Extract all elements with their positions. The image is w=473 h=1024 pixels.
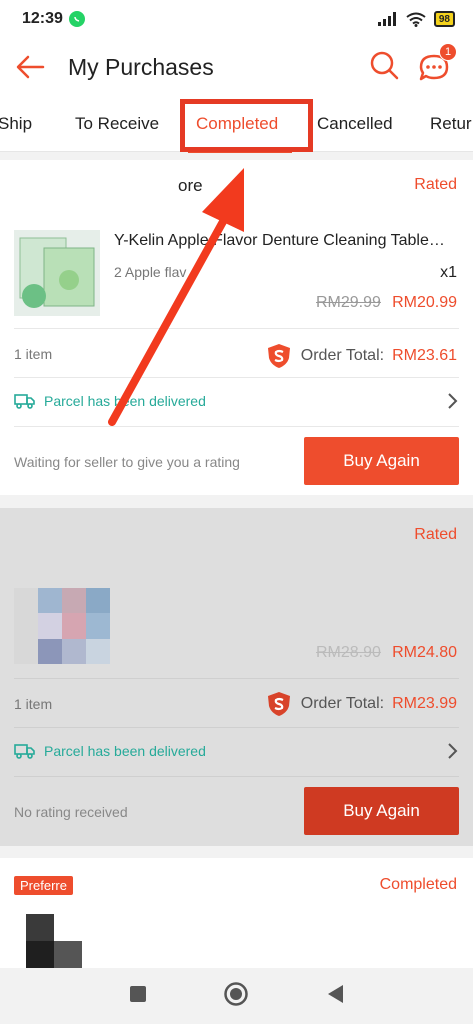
order-card[interactable]: Preferre Completed (0, 858, 473, 968)
delivery-status-row[interactable]: Parcel has been delivered (14, 392, 459, 410)
preferred-seller-badge: Preferre (14, 876, 73, 895)
product-thumbnail[interactable] (14, 230, 100, 316)
divider (14, 426, 459, 427)
divider (14, 776, 459, 777)
shield-icon (267, 344, 290, 368)
order-status: Rated (414, 526, 457, 543)
rating-note: No rating received (14, 804, 128, 820)
annotation-highlight-box (180, 99, 313, 152)
battery-indicator: 98 (433, 11, 455, 27)
divider (14, 727, 459, 728)
divider (14, 377, 459, 378)
tab-return[interactable]: Retur (430, 96, 472, 151)
buy-again-button[interactable]: Buy Again (304, 437, 459, 485)
product-name[interactable]: Y-Kelin Apple Flavor Denture Cleaning Ta… (114, 232, 460, 250)
status-bar: 12:39 98 (0, 0, 473, 38)
chevron-right-icon (448, 393, 458, 409)
truck-icon (14, 394, 35, 409)
order-card[interactable]: ore Rated Y-Kelin Apple Flavor Denture C… (0, 160, 473, 495)
arrow-left-icon (16, 55, 45, 79)
page-title: My Purchases (68, 53, 214, 80)
delivery-status-row[interactable]: Parcel has been delivered (14, 742, 459, 760)
original-price: RM28.90 (316, 644, 381, 661)
buy-again-button[interactable]: Buy Again (304, 787, 459, 835)
sale-price: RM20.99 (392, 294, 457, 311)
search-icon (370, 51, 399, 79)
order-status: Completed (379, 876, 457, 893)
back-button[interactable] (0, 38, 60, 96)
search-button[interactable] (369, 50, 399, 85)
app-header: My Purchases 1 (0, 38, 473, 96)
items-count: 1 item (14, 696, 53, 712)
original-price: RM29.99 (316, 294, 381, 311)
divider (14, 328, 459, 329)
product-thumbnail[interactable] (14, 588, 110, 664)
tab-to-receive[interactable]: To Receive (75, 96, 159, 151)
order-total-label: Order Total: (300, 347, 385, 364)
items-count: 1 item (14, 346, 53, 362)
square-icon (129, 985, 146, 1002)
status-time: 12:39 (22, 10, 63, 27)
order-total: Order Total: RM23.99 (265, 690, 457, 718)
order-total-label: Order Total: (300, 695, 385, 712)
truck-icon (14, 744, 35, 759)
order-status: Rated (414, 176, 457, 193)
wifi-icon (406, 12, 426, 27)
shield-icon (267, 692, 290, 716)
rating-note: Waiting for seller to give you a rating (14, 454, 240, 470)
delivery-status-text: Parcel has been delivered (44, 743, 206, 759)
back-nav-button[interactable] (325, 983, 345, 1010)
chat-button[interactable]: 1 (417, 43, 457, 84)
product-image-icon (14, 230, 100, 316)
whatsapp-icon (68, 11, 85, 27)
circle-icon (224, 981, 249, 1006)
product-thumbnail[interactable] (26, 914, 82, 968)
order-total: Order Total: RM23.61 (265, 342, 457, 370)
product-variation: 2 Apple flav (114, 264, 187, 280)
divider (14, 678, 459, 679)
home-button[interactable] (223, 981, 249, 1012)
tab-cancelled[interactable]: Cancelled (317, 96, 393, 151)
chat-badge: 1 (439, 43, 457, 61)
signal-icon (377, 12, 396, 26)
recent-apps-button[interactable] (128, 984, 148, 1009)
order-total-amount: RM23.99 (392, 695, 457, 712)
shop-name[interactable]: ore (178, 176, 203, 196)
system-nav-bar (0, 968, 473, 1024)
delivery-status-text: Parcel has been delivered (44, 393, 206, 409)
chevron-right-icon (448, 743, 458, 759)
product-quantity: x1 (440, 264, 457, 281)
tab-to-ship[interactable]: Ship (0, 96, 32, 151)
order-total-amount: RM23.61 (392, 347, 457, 364)
sale-price: RM24.80 (392, 644, 457, 661)
order-card[interactable]: Rated RM28.90 RM24.80 1 item Order Total… (0, 508, 473, 846)
triangle-back-icon (328, 984, 344, 1003)
